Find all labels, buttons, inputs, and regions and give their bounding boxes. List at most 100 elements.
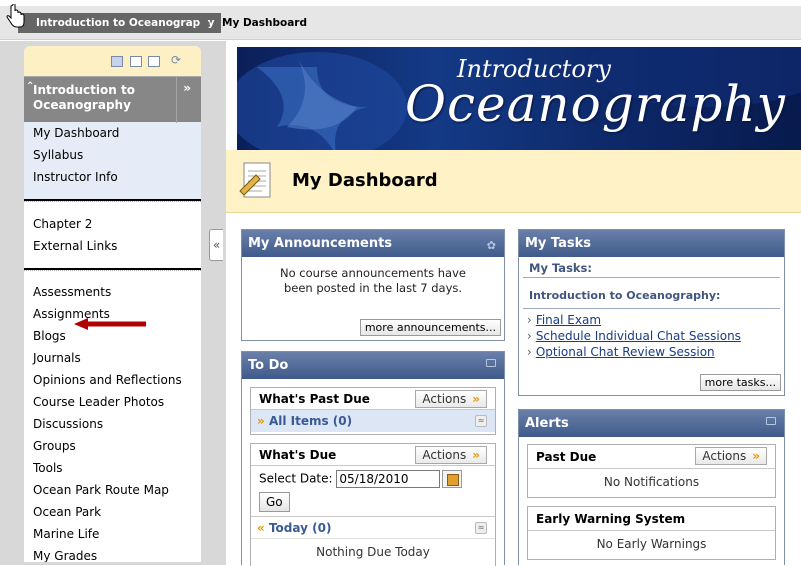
refresh-icon[interactable]: ⟳ xyxy=(171,53,181,67)
all-items-label: All Items (0) xyxy=(268,414,353,428)
menu-item-my-grades[interactable]: My Grades xyxy=(24,545,201,562)
today-row[interactable]: « Today (0) ≈ xyxy=(251,516,495,538)
chevron-down-icon: » xyxy=(472,392,480,406)
folder-view-icon[interactable] xyxy=(130,56,142,67)
all-items-row[interactable]: » All Items (0) ≈ xyxy=(251,410,495,432)
announcements-module: My Announcements ✿ No course announcemen… xyxy=(241,229,505,341)
breadcrumb-page: My Dashboard xyxy=(222,17,307,29)
menu-item-my-dashboard[interactable]: My Dashboard xyxy=(24,122,201,144)
announcements-header[interactable]: My Announcements ✿ xyxy=(242,230,504,257)
whats-due-title: What's Due xyxy=(259,448,337,462)
tasks-header[interactable]: My Tasks xyxy=(519,230,784,257)
more-announcements-button[interactable]: more announcements... xyxy=(359,319,501,336)
task-label: Final Exam xyxy=(535,313,602,327)
date-input[interactable]: 05/18/2010 xyxy=(336,470,441,488)
chevron-right-icon: › xyxy=(527,329,532,343)
window-view-icon[interactable] xyxy=(148,56,160,67)
go-button[interactable]: Go xyxy=(259,492,290,512)
task-label: Schedule Individual Chat Sessions xyxy=(535,329,741,343)
document-icon xyxy=(239,162,271,198)
scroll-icon[interactable]: ≈ xyxy=(475,522,487,534)
banner-line-2: Oceanography xyxy=(405,75,786,133)
breadcrumb-separator xyxy=(200,13,210,33)
task-link-chat-sessions[interactable]: › Schedule Individual Chat Sessions xyxy=(519,328,784,344)
no-notifications-message: No Notifications xyxy=(603,475,700,489)
whats-due-header: What's Due Actions » xyxy=(251,444,495,466)
task-link-final-exam[interactable]: › Final Exam xyxy=(519,312,784,328)
chevron-right-icon: › xyxy=(527,313,532,327)
whats-due-box: What's Due Actions » Select Date: 05/18/2… xyxy=(250,443,496,566)
more-tasks-button[interactable]: more tasks... xyxy=(699,374,781,391)
menu-item-marine-life[interactable]: Marine Life xyxy=(24,523,201,545)
menu-item-chapter-2[interactable]: Chapter 2 xyxy=(24,213,201,235)
header-separator xyxy=(176,77,177,123)
todo-module: To Do What's Past Due Actions » » All Ite… xyxy=(241,351,505,566)
alert-past-due-title: Past Due xyxy=(536,450,597,464)
window-icon[interactable] xyxy=(486,359,496,367)
page-header: My Dashboard xyxy=(226,150,801,213)
tasks-subtitle: My Tasks: xyxy=(523,257,780,278)
page-title: My Dashboard xyxy=(292,170,438,191)
list-view-icon[interactable] xyxy=(111,56,123,67)
menu-item-syllabus[interactable]: Syllabus xyxy=(24,144,201,166)
hand-cursor-icon xyxy=(6,4,25,28)
past-due-title: What's Past Due xyxy=(259,392,370,406)
menu-section-1: My Dashboard Syllabus Instructor Info xyxy=(24,122,201,199)
past-due-alert-box: Past Due Actions » No Notifications xyxy=(527,444,776,498)
past-due-actions-button[interactable]: Actions » xyxy=(415,390,487,408)
menu-item-ocean-park[interactable]: Ocean Park xyxy=(24,501,201,523)
today-label: Today (0) xyxy=(268,521,332,535)
tasks-module: My Tasks My Tasks: Introduction to Ocean… xyxy=(518,229,785,396)
expand-menu-icon[interactable]: » xyxy=(183,81,191,95)
menu-item-assessments[interactable]: Assessments xyxy=(24,281,201,303)
select-date-row: Select Date: 05/18/2010 xyxy=(251,466,495,490)
task-link-chat-review[interactable]: › Optional Chat Review Session xyxy=(519,344,784,360)
menu-item-course-leader-photos[interactable]: Course Leader Photos xyxy=(24,391,201,413)
menu-item-route-map[interactable]: Ocean Park Route Map xyxy=(24,479,201,501)
settings-icon[interactable]: ✿ xyxy=(487,232,496,259)
menu-item-opinions[interactable]: Opinions and Reflections xyxy=(24,369,201,391)
menu-item-instructor-info[interactable]: Instructor Info xyxy=(24,166,201,188)
chevron-down-icon: » xyxy=(752,449,760,463)
early-warning-header: Early Warning System xyxy=(528,507,775,531)
task-label: Optional Chat Review Session xyxy=(535,345,715,359)
course-banner: Introductory Oceanography xyxy=(237,47,801,150)
alerts-actions-button[interactable]: Actions » xyxy=(695,447,767,465)
alerts-title: Alerts xyxy=(525,416,569,431)
tasks-course: Introduction to Oceanography: xyxy=(523,278,780,309)
course-title: Introduction to Oceanography xyxy=(33,83,135,112)
actions-label: Actions xyxy=(702,449,747,463)
scroll-icon[interactable]: ≈ xyxy=(475,415,487,427)
menu-view-toolbar: ⟳ xyxy=(24,46,201,76)
menu-item-discussions[interactable]: Discussions xyxy=(24,413,201,435)
select-date-label: Select Date: xyxy=(259,471,333,486)
actions-label: Actions xyxy=(422,392,467,406)
todo-header[interactable]: To Do xyxy=(242,352,504,379)
menu-item-groups[interactable]: Groups xyxy=(24,435,201,457)
nothing-due-message: Nothing Due Today xyxy=(251,538,495,566)
todo-title: To Do xyxy=(248,358,289,373)
alerts-module: Alerts Past Due Actions » No Notification… xyxy=(518,409,785,565)
breadcrumb-course[interactable]: Introduction to Oceanography xyxy=(18,13,221,33)
tasks-title: My Tasks xyxy=(525,236,592,251)
chevron-up-icon: « xyxy=(257,521,265,535)
no-early-warnings-message: No Early Warnings xyxy=(596,537,707,551)
past-due-header: What's Past Due Actions » xyxy=(251,388,495,410)
menu-item-tools[interactable]: Tools xyxy=(24,457,201,479)
early-warning-box: Early Warning System No Early Warnings xyxy=(527,506,776,560)
calendar-icon[interactable] xyxy=(442,470,463,488)
go-row: Go xyxy=(251,490,495,516)
past-due-box: What's Past Due Actions » » All Items (0)… xyxy=(250,387,496,435)
chevron-right-icon: › xyxy=(527,345,532,359)
menu-item-journals[interactable]: Journals xyxy=(24,347,201,369)
announcements-title: My Announcements xyxy=(248,236,393,251)
chevron-down-icon: » xyxy=(472,448,480,462)
chevron-down-icon: » xyxy=(257,414,265,428)
alerts-header[interactable]: Alerts xyxy=(519,410,784,437)
menu-item-external-links[interactable]: External Links xyxy=(24,235,201,257)
collapse-menu-button[interactable]: « xyxy=(209,229,223,261)
course-title-header[interactable]: ⌃ Introduction to Oceanography » xyxy=(24,76,201,123)
annotation-arrow-icon xyxy=(74,318,146,330)
whats-due-actions-button[interactable]: Actions » xyxy=(415,446,487,464)
window-icon[interactable] xyxy=(766,417,776,425)
